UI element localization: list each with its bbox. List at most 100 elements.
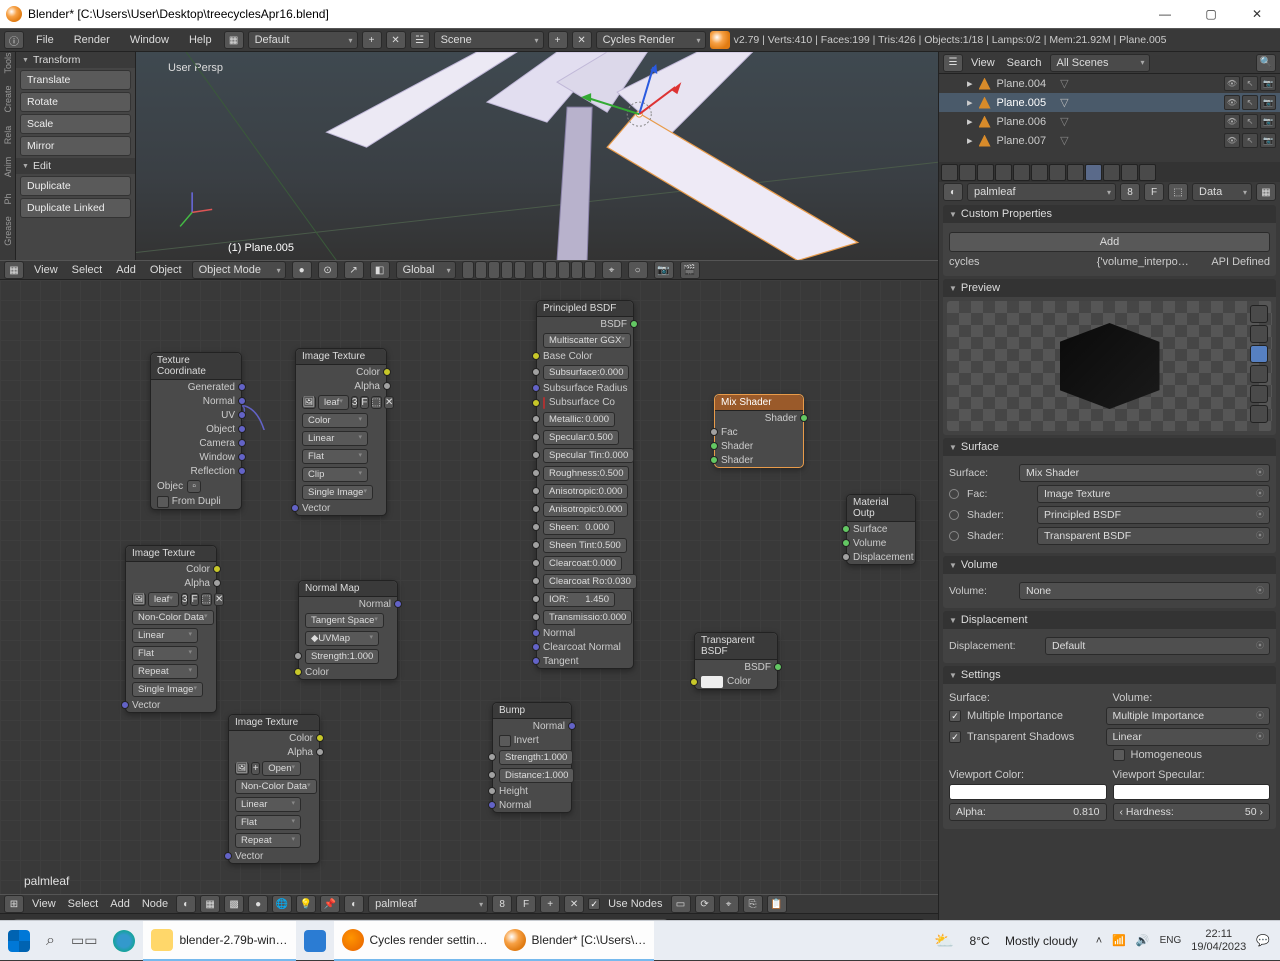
rotate-button[interactable]: Rotate bbox=[20, 92, 131, 112]
tab-render-icon[interactable] bbox=[941, 164, 958, 181]
scene-browse-icon[interactable]: ☱ bbox=[410, 31, 430, 49]
select-icon[interactable]: ↖ bbox=[1242, 133, 1258, 148]
use-nodes-check[interactable] bbox=[588, 898, 600, 910]
tab-data-icon[interactable] bbox=[1067, 164, 1084, 181]
tab-material-icon[interactable] bbox=[1085, 164, 1102, 181]
render-icon[interactable]: 📷 bbox=[654, 261, 674, 279]
node-transparent-bsdf[interactable]: Transparent BSDF BSDF Color bbox=[694, 632, 778, 690]
displacement-select[interactable]: Default bbox=[1045, 637, 1270, 655]
socket-icon[interactable] bbox=[949, 489, 959, 499]
menu-render[interactable]: Render bbox=[66, 34, 118, 46]
visibility-icon[interactable]: 👁 bbox=[1224, 95, 1240, 110]
socket-icon[interactable] bbox=[949, 510, 959, 520]
surface-header[interactable]: Surface bbox=[943, 438, 1276, 456]
duplicate-linked-button[interactable]: Duplicate Linked bbox=[20, 198, 131, 218]
homogeneous-check[interactable] bbox=[1113, 749, 1125, 761]
vp-menu-add[interactable]: Add bbox=[112, 264, 140, 276]
win-close[interactable]: ✕ bbox=[1234, 0, 1280, 28]
explorer-task[interactable]: blender-2.79b-win… bbox=[143, 921, 295, 961]
tray-volume-icon[interactable]: 🔊 bbox=[1136, 934, 1150, 947]
preview-monkey-icon[interactable] bbox=[1250, 365, 1268, 383]
volume-interp-select[interactable]: Linear bbox=[1106, 728, 1271, 746]
layer-buttons[interactable] bbox=[462, 261, 596, 279]
proportional-icon[interactable]: ○ bbox=[628, 261, 648, 279]
scene-add-icon[interactable]: + bbox=[548, 31, 568, 49]
vp-menu-select[interactable]: Select bbox=[68, 264, 107, 276]
node-editor[interactable]: Texture Coordinate Generated Normal UV O… bbox=[0, 280, 938, 894]
clapper-icon[interactable]: 🎬 bbox=[680, 261, 700, 279]
transform-panel-header[interactable]: Transform bbox=[16, 52, 135, 68]
object-material-icon[interactable]: ● bbox=[248, 895, 268, 913]
node-image-texture-b[interactable]: Image Texture Color Alpha 🖼leaf3F⬚✕ Non-… bbox=[125, 545, 217, 713]
object-picker-icon[interactable]: ▫ bbox=[187, 480, 201, 493]
editor-type-node-icon[interactable]: ⊞ bbox=[4, 895, 24, 913]
mat-browse-icon[interactable]: ◐ bbox=[943, 183, 963, 201]
tab-constraints-icon[interactable] bbox=[1031, 164, 1048, 181]
ne-menu-node[interactable]: Node bbox=[138, 898, 172, 910]
tray-wifi-icon[interactable]: 📶 bbox=[1112, 934, 1126, 947]
backdrop-icon[interactable]: ▭ bbox=[671, 895, 691, 913]
mat-users[interactable]: 8 bbox=[492, 895, 512, 913]
layers-icon[interactable]: ◧ bbox=[370, 261, 390, 279]
tab-create[interactable]: Create bbox=[3, 79, 13, 119]
mat-del-icon[interactable]: ✕ bbox=[564, 895, 584, 913]
render-vis-icon[interactable]: 📷 bbox=[1260, 76, 1276, 91]
preview-world-icon[interactable] bbox=[1250, 405, 1268, 423]
node-normal-map[interactable]: Normal Map Normal Tangent Space ◆ UVMap … bbox=[298, 580, 398, 680]
search-button[interactable]: ⌕ bbox=[38, 921, 63, 961]
start-button[interactable] bbox=[0, 921, 38, 961]
shader1-select[interactable]: Principled BSDF bbox=[1037, 506, 1270, 524]
tab-physics-icon[interactable] bbox=[1139, 164, 1156, 181]
tab-renderlayers-icon[interactable] bbox=[959, 164, 976, 181]
socket-icon[interactable] bbox=[949, 531, 959, 541]
outliner-filter-icon[interactable]: 🔍 bbox=[1256, 54, 1276, 72]
render-engine-select[interactable]: Cycles Render bbox=[596, 31, 706, 49]
tray-chevron-icon[interactable]: ˄ bbox=[1096, 935, 1102, 947]
snap-node-icon[interactable]: ⌖ bbox=[719, 895, 739, 913]
material-link-select[interactable]: Data bbox=[1192, 183, 1252, 201]
firefox-task[interactable]: Cycles render settin… bbox=[334, 921, 496, 961]
vp-menu-view[interactable]: View bbox=[30, 264, 62, 276]
pin-icon[interactable]: 📌 bbox=[320, 895, 340, 913]
render-vis-icon[interactable]: 📷 bbox=[1260, 133, 1276, 148]
select-icon[interactable]: ↖ bbox=[1242, 76, 1258, 91]
outliner[interactable]: ▸Plane.004▽👁↖📷 ▸Plane.005▽👁↖📷 ▸Plane.006… bbox=[939, 74, 1280, 162]
hardness-field[interactable]: ‹ Hardness:50 › bbox=[1113, 803, 1271, 821]
tab-modifiers-icon[interactable] bbox=[1049, 164, 1066, 181]
lamp-material-icon[interactable]: 💡 bbox=[296, 895, 316, 913]
tab-texture-icon[interactable] bbox=[1103, 164, 1120, 181]
image-browse-icon[interactable]: 🖼 bbox=[132, 593, 146, 606]
back-to-previous-icon[interactable]: ▦ bbox=[224, 31, 244, 49]
ol-menu-view[interactable]: View bbox=[967, 57, 999, 69]
menu-file[interactable]: File bbox=[28, 34, 62, 46]
outliner-display-mode[interactable]: All Scenes bbox=[1050, 54, 1150, 72]
preview-header[interactable]: Preview bbox=[943, 279, 1276, 297]
surface-shader-select[interactable]: Mix Shader bbox=[1019, 464, 1270, 482]
viewport-3d[interactable]: User Persp (1) Plane.005 bbox=[136, 52, 938, 260]
paste-nodes-icon[interactable]: 📋 bbox=[767, 895, 787, 913]
tab-particles-icon[interactable] bbox=[1121, 164, 1138, 181]
add-custom-prop-button[interactable]: Add bbox=[949, 232, 1270, 252]
layout-add-icon[interactable]: + bbox=[362, 31, 382, 49]
mat-add-icon[interactable]: + bbox=[540, 895, 560, 913]
visibility-icon[interactable]: 👁 bbox=[1224, 114, 1240, 129]
orientation-select[interactable]: Global bbox=[396, 261, 456, 279]
edit-panel-header[interactable]: Edit bbox=[16, 158, 135, 174]
mat-browse-icon[interactable]: ◐ bbox=[344, 895, 364, 913]
scale-button[interactable]: Scale bbox=[20, 114, 131, 134]
volume-select[interactable]: None bbox=[1019, 582, 1270, 600]
world-material-icon[interactable]: 🌐 bbox=[272, 895, 292, 913]
node-image-texture-c[interactable]: Image Texture Color Alpha 🖼+Open Non-Col… bbox=[228, 714, 320, 864]
ne-menu-add[interactable]: Add bbox=[106, 898, 134, 910]
tray-notifications-icon[interactable]: 💬 bbox=[1256, 934, 1270, 947]
settings-header[interactable]: Settings bbox=[943, 666, 1276, 684]
select-icon[interactable]: ↖ bbox=[1242, 114, 1258, 129]
weather-widget[interactable]: ⛅ 8°C Mostly cloudy bbox=[926, 921, 1085, 961]
pivot-icon[interactable]: ⊙ bbox=[318, 261, 338, 279]
vp-menu-object[interactable]: Object bbox=[146, 264, 186, 276]
alpha-field[interactable]: Alpha:0.810 bbox=[949, 803, 1107, 821]
editor-type-outliner-icon[interactable]: ☰ bbox=[943, 54, 963, 72]
tab-world-icon[interactable] bbox=[995, 164, 1012, 181]
preview-sphere-icon[interactable] bbox=[1250, 325, 1268, 343]
ne-menu-select[interactable]: Select bbox=[64, 898, 103, 910]
